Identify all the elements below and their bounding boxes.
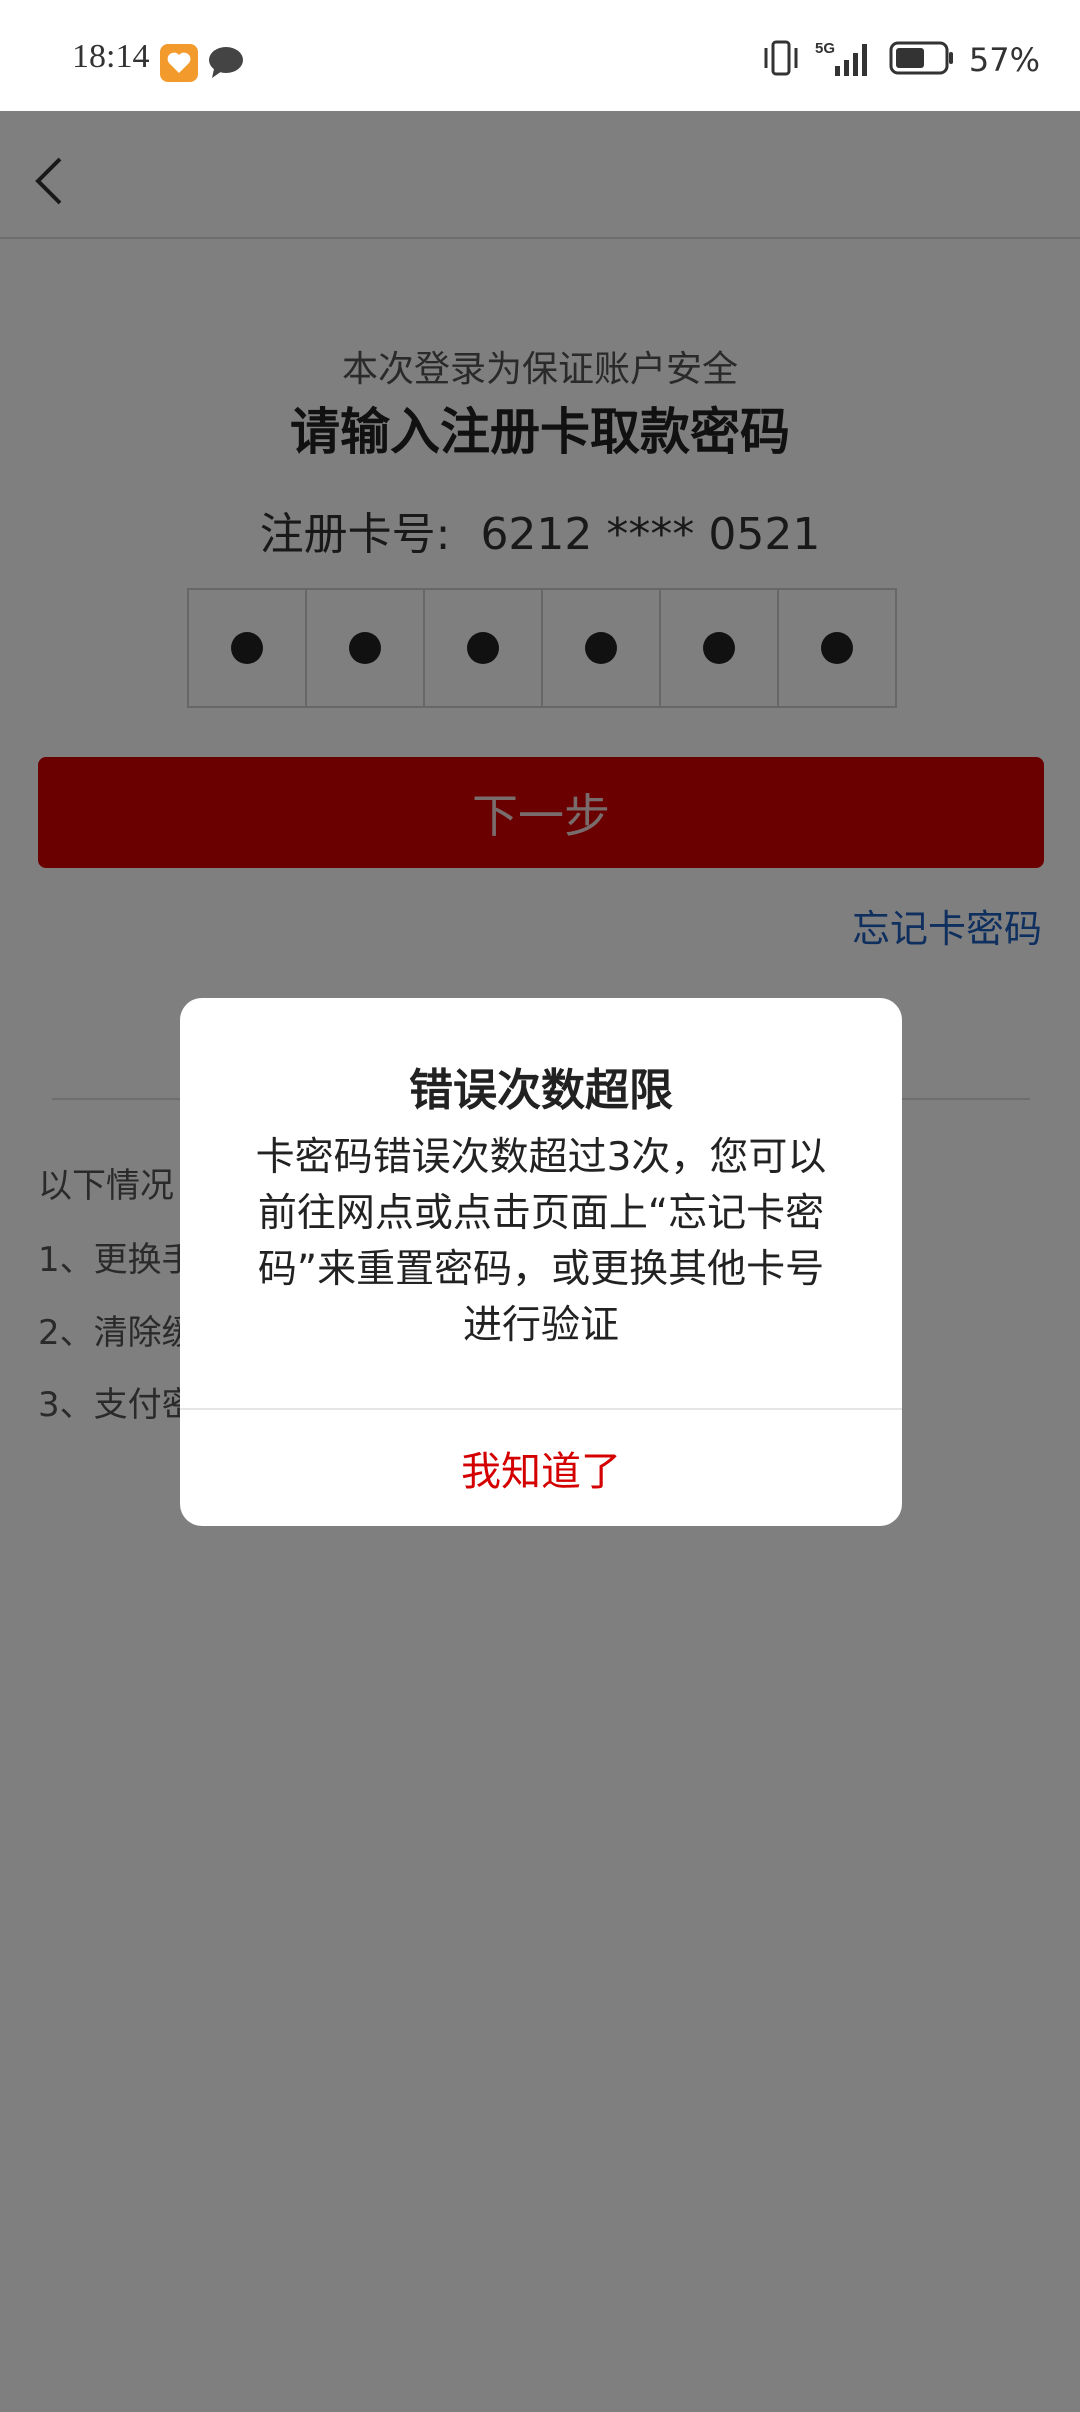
battery-icon [889,40,955,80]
dialog-confirm-button[interactable]: 我知道了 [180,1410,902,1526]
error-dialog: 错误次数超限 卡密码错误次数超过3次，您可以前往网点或点击页面上“忘记卡密码”来… [180,998,902,1526]
svg-text:5G: 5G [815,40,835,57]
dialog-message: 卡密码错误次数超过3次，您可以前往网点或点击页面上“忘记卡密码”来重置密码，或更… [255,1135,827,1348]
status-bar: 18:14 5G 57% [0,0,1080,111]
status-time: 18:14 [72,38,150,75]
dialog-title: 错误次数超限 [409,1065,673,1116]
signal-5g-icon: 5G [815,38,875,82]
health-app-icon [160,44,198,82]
status-icons: 5G 57% [761,38,1040,82]
vibrate-icon [761,40,801,80]
battery-percent: 57% [968,41,1040,79]
message-bubble-icon [208,45,244,83]
